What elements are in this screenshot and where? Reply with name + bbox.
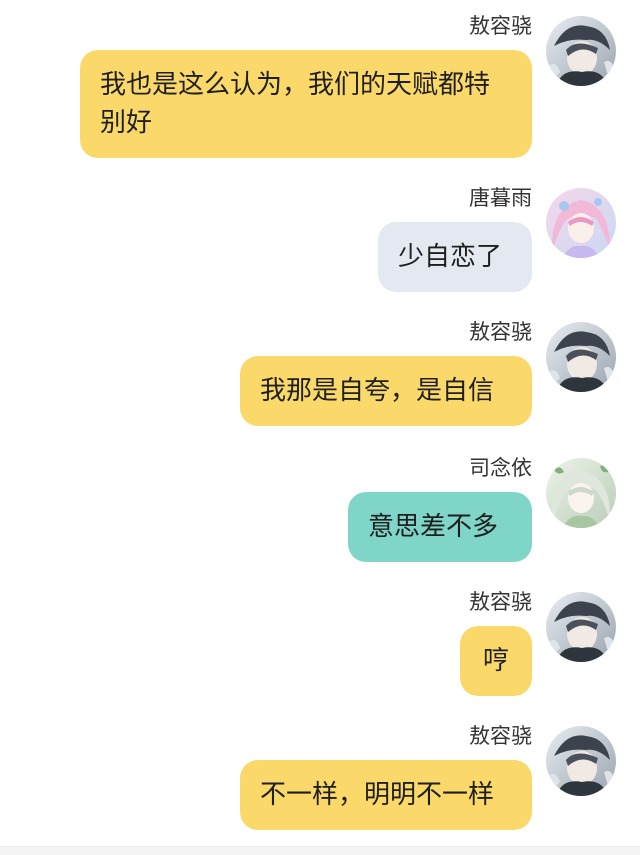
- boy-avatar-icon[interactable]: [546, 322, 616, 392]
- sender-name: 唐暮雨: [469, 186, 532, 210]
- boy-avatar-icon[interactable]: [546, 592, 616, 662]
- sender-name: 敖容骁: [469, 320, 532, 344]
- message-bubble[interactable]: 少自恋了: [378, 222, 532, 292]
- boy-avatar-icon[interactable]: [546, 16, 616, 86]
- sender-name: 敖容骁: [469, 724, 532, 748]
- message-bubble[interactable]: 不一样，明明不一样: [240, 760, 532, 830]
- message-bubble[interactable]: 哼: [460, 626, 532, 696]
- chat-message-list: 敖容骁 我也是这么认为，我们的天赋都特别好 唐暮雨 少自恋了 敖容骁 我那是自夸…: [0, 0, 640, 854]
- message-bubble[interactable]: 我也是这么认为，我们的天赋都特别好: [80, 50, 532, 158]
- sender-name: 敖容骁: [469, 14, 532, 38]
- boy-avatar-icon[interactable]: [546, 726, 616, 796]
- message-bubble[interactable]: 意思差不多: [348, 492, 532, 562]
- sender-name: 司念依: [469, 456, 532, 480]
- pink-girl-avatar-icon[interactable]: [546, 188, 616, 258]
- sender-name: 敖容骁: [469, 590, 532, 614]
- message-bubble[interactable]: 我那是自夸，是自信: [240, 356, 532, 426]
- green-girl-avatar-icon[interactable]: [546, 458, 616, 528]
